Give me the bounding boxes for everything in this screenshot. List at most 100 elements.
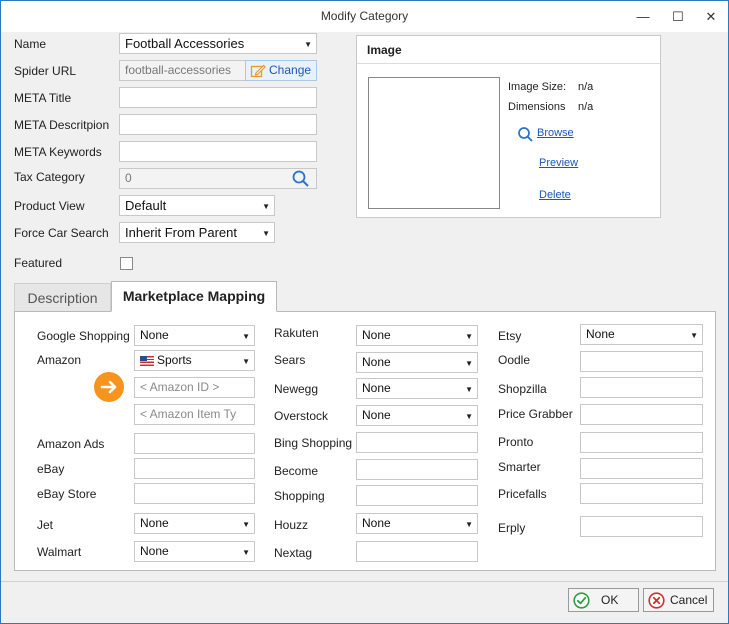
houzz-label: Houzz <box>274 518 309 532</box>
pronto-input[interactable] <box>580 432 703 453</box>
product-view-label: Product View <box>14 199 85 213</box>
ebay-store-label: eBay Store <box>37 487 97 501</box>
chevron-down-icon: ▼ <box>465 385 473 394</box>
cancel-circle-icon <box>648 592 665 609</box>
force-car-search-dropdown[interactable]: Inherit From Parent ▼ <box>119 222 275 243</box>
jet-label: Jet <box>37 518 54 532</box>
amazon-ads-label: Amazon Ads <box>37 437 105 451</box>
ebay-store-input[interactable] <box>134 483 255 504</box>
smarter-input[interactable] <box>580 458 703 479</box>
meta-title-input[interactable] <box>119 87 317 108</box>
product-view-value: Default <box>125 198 167 213</box>
amazon-item-type-input[interactable]: < Amazon Item Ty <box>134 404 255 425</box>
houzz-value: None <box>362 516 391 530</box>
shopzilla-input[interactable] <box>580 377 703 398</box>
chevron-down-icon: ▼ <box>465 359 473 368</box>
chevron-down-icon: ▼ <box>465 412 473 421</box>
minimize-button[interactable]: — <box>626 1 660 32</box>
google-shopping-dropdown[interactable]: None ▼ <box>134 325 255 346</box>
chevron-down-icon: ▼ <box>242 548 250 557</box>
chevron-down-icon: ▼ <box>242 332 250 341</box>
rakuten-value: None <box>362 328 391 342</box>
amazon-category-dropdown[interactable]: Sports ▼ <box>134 350 255 371</box>
amazon-label: Amazon <box>37 353 82 367</box>
walmart-dropdown[interactable]: None ▼ <box>134 541 255 562</box>
cancel-button[interactable]: Cancel <box>643 588 714 612</box>
price-grabber-input[interactable] <box>580 404 703 425</box>
maximize-button[interactable]: ☐ <box>661 1 695 32</box>
oodle-input[interactable] <box>580 351 703 372</box>
become-input[interactable] <box>356 459 478 480</box>
dimensions-label: Dimensions <box>508 101 566 113</box>
chevron-down-icon: ▼ <box>304 40 312 49</box>
sears-dropdown[interactable]: None ▼ <box>356 352 478 373</box>
force-car-search-label: Force Car Search <box>14 226 109 240</box>
check-circle-icon <box>573 592 590 609</box>
close-button[interactable]: ✕ <box>694 1 728 32</box>
shopzilla-label: Shopzilla <box>498 382 547 396</box>
ok-button[interactable]: OK <box>568 588 639 612</box>
nextag-label: Nextag <box>274 546 313 560</box>
force-car-search-value: Inherit From Parent <box>125 225 237 240</box>
us-flag-icon <box>140 355 154 366</box>
dimensions-value: n/a <box>578 101 594 113</box>
featured-checkbox[interactable] <box>120 257 133 270</box>
browse-link[interactable]: Browse <box>537 127 574 139</box>
newegg-dropdown[interactable]: None ▼ <box>356 378 478 399</box>
spider-url-value: football-accessories <box>125 63 232 77</box>
meta-title-label: META Title <box>14 91 72 105</box>
erply-label: Erply <box>498 521 526 535</box>
price-grabber-label: Price Grabber <box>498 407 573 421</box>
rakuten-dropdown[interactable]: None ▼ <box>356 325 478 346</box>
preview-link[interactable]: Preview <box>539 157 578 169</box>
nextag-input[interactable] <box>356 541 478 562</box>
meta-keywords-input[interactable] <box>119 141 317 162</box>
product-view-dropdown[interactable]: Default ▼ <box>119 195 275 216</box>
ebay-label: eBay <box>37 462 65 476</box>
image-panel: Image Image Size: n/a Dimensions n/a Bro… <box>356 35 661 218</box>
chevron-down-icon: ▼ <box>690 331 698 340</box>
change-label: Change <box>269 63 312 77</box>
overstock-value: None <box>362 408 391 422</box>
chevron-down-icon: ▼ <box>262 202 270 211</box>
change-button[interactable]: Change <box>245 60 317 81</box>
chevron-down-icon: ▼ <box>262 229 270 238</box>
etsy-label: Etsy <box>498 329 522 343</box>
chevron-down-icon: ▼ <box>242 357 250 366</box>
tax-category-value: 0 <box>125 171 132 185</box>
smarter-label: Smarter <box>498 460 541 474</box>
meta-description-input[interactable] <box>119 114 317 135</box>
edit-icon <box>250 64 266 78</box>
tab-description[interactable]: Description <box>14 283 111 311</box>
erply-input[interactable] <box>580 516 703 537</box>
oodle-label: Oodle <box>498 353 531 367</box>
pronto-label: Pronto <box>498 435 534 449</box>
amazon-ads-input[interactable] <box>134 433 255 454</box>
arrow-right-icon <box>94 372 124 402</box>
sears-label: Sears <box>274 353 306 367</box>
name-dropdown[interactable]: Football Accessories ▼ <box>119 33 317 54</box>
jet-dropdown[interactable]: None ▼ <box>134 513 255 534</box>
etsy-dropdown[interactable]: None ▼ <box>580 324 703 345</box>
meta-keywords-label: META Keywords <box>14 145 102 159</box>
shopping-input[interactable] <box>356 485 478 506</box>
tax-category-field[interactable]: 0 <box>119 168 317 189</box>
image-size-label: Image Size: <box>508 81 567 93</box>
houzz-dropdown[interactable]: None ▼ <box>356 513 478 534</box>
amazon-id-input[interactable]: < Amazon ID > <box>134 377 255 398</box>
pricefalls-input[interactable] <box>580 483 703 504</box>
search-icon[interactable] <box>291 169 311 188</box>
overstock-dropdown[interactable]: None ▼ <box>356 405 478 426</box>
title-bar: Modify Category — ☐ ✕ <box>1 1 728 32</box>
etsy-value: None <box>586 327 615 341</box>
ebay-input[interactable] <box>134 458 255 479</box>
tab-marketplace-mapping[interactable]: Marketplace Mapping <box>111 281 277 312</box>
tax-category-label: Tax Category <box>14 170 85 184</box>
delete-link[interactable]: Delete <box>539 189 571 201</box>
newegg-value: None <box>362 381 391 395</box>
bing-shopping-input[interactable] <box>356 432 478 453</box>
bing-shopping-label: Bing Shopping <box>274 436 353 450</box>
browse-search-icon <box>518 127 533 142</box>
marketplace-mapping-panel: Google Shopping None ▼ Amazon Sports ▼ <… <box>14 311 716 571</box>
walmart-value: None <box>140 544 169 558</box>
